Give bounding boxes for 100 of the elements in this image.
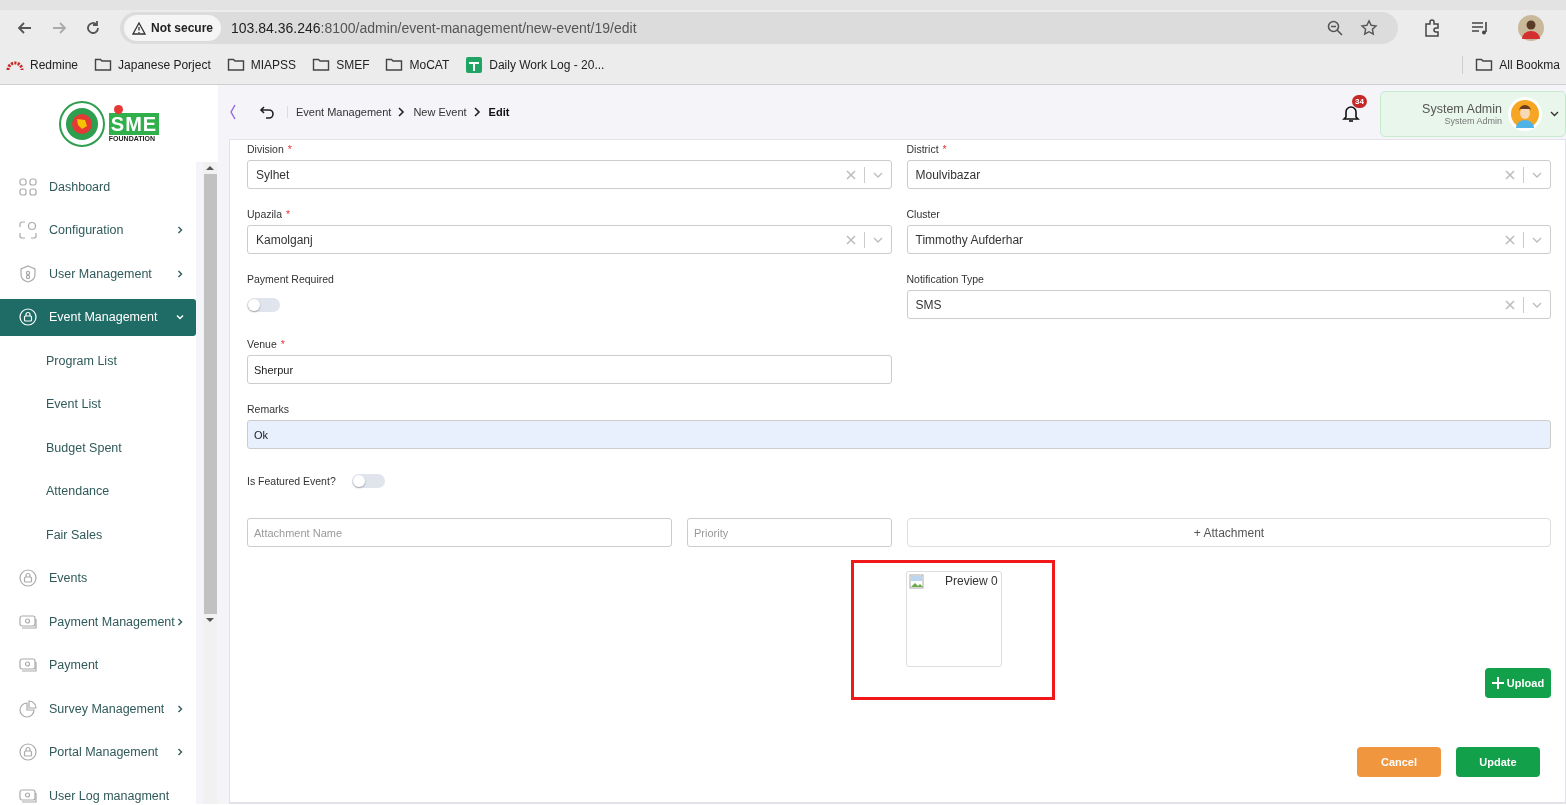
bookmark[interactable]: All Bookma <box>1462 56 1560 74</box>
field-label: Upazila * <box>247 208 892 225</box>
profile-avatar-icon[interactable] <box>1518 15 1544 41</box>
dot-icon <box>113 105 123 114</box>
lock-icon <box>19 743 37 762</box>
avatar-icon <box>1508 97 1542 131</box>
field-label: Venue * <box>247 338 892 355</box>
plus-icon <box>1491 677 1504 689</box>
zoom-icon[interactable] <box>1326 19 1344 37</box>
text-field[interactable]: Sherpur <box>247 355 892 384</box>
bookmark[interactable]: Redmine <box>6 56 79 74</box>
broken-image-icon <box>909 574 925 590</box>
chevron-down-icon[interactable] <box>1532 236 1542 243</box>
chevron-down-icon <box>1550 111 1559 117</box>
clear-icon[interactable] <box>1505 169 1515 180</box>
sidebar-item[interactable]: Payment Management <box>0 603 196 641</box>
sidebar-item[interactable]: Dashboard <box>0 168 196 206</box>
bookmark[interactable]: MIAPSS <box>226 56 297 74</box>
star-icon[interactable] <box>1360 19 1378 37</box>
breadcrumb-item[interactable]: Event Management <box>296 106 392 118</box>
chevron-down-icon[interactable] <box>1532 171 1542 178</box>
lock-icon <box>19 308 37 327</box>
sidebar-subitem[interactable]: Event List <box>0 385 196 423</box>
sidebar-item[interactable]: Portal Management <box>0 733 196 771</box>
text-field[interactable]: Attachment Name <box>247 518 672 547</box>
undo-icon[interactable] <box>259 104 275 120</box>
pie-chart-icon <box>19 699 37 718</box>
field-label: Payment Required <box>247 273 335 287</box>
select-field[interactable]: Moulvibazar <box>906 160 1551 189</box>
bookmark[interactable]: SMEF <box>312 56 370 74</box>
clear-icon[interactable] <box>1505 234 1515 245</box>
clear-icon[interactable] <box>845 234 856 245</box>
sidebar-item[interactable]: Events <box>0 559 196 597</box>
folder-icon <box>226 56 245 74</box>
chevron-right-icon <box>397 107 406 117</box>
text-field[interactable]: Ok <box>247 420 1551 449</box>
bookmark[interactable]: MoCAT <box>385 56 450 74</box>
sidebar-subitem[interactable]: Program List <box>0 342 196 380</box>
field-label: Remarks <box>247 403 290 417</box>
sidebar-item[interactable]: User Management <box>0 255 196 293</box>
emblem-icon <box>58 100 105 147</box>
required-mark: * <box>942 143 947 157</box>
extensions-icon[interactable] <box>1422 18 1442 38</box>
sidebar-subitem[interactable]: Fair Sales <box>0 516 196 554</box>
sidebar-subitem[interactable]: Attendance <box>0 472 196 510</box>
user-menu[interactable]: System Admin System Admin <box>1380 91 1566 137</box>
chevron-down-icon[interactable] <box>872 171 883 178</box>
bookmark[interactable]: Daily Work Log - 20... <box>465 56 605 74</box>
cash-icon <box>19 656 37 675</box>
select-field[interactable]: Kamolganj <box>247 225 892 254</box>
user-role: System Admin <box>1443 116 1502 126</box>
sidebar-item[interactable]: Survey Management <box>0 690 196 728</box>
shield-icon <box>19 264 37 283</box>
preview-alt-text: Preview 0 <box>945 574 998 588</box>
url-text: 103.84.36.246:8100/admin/event-management/new-event/19/edit <box>231 20 637 36</box>
select-field[interactable]: Sylhet <box>247 160 892 189</box>
address-bar[interactable]: Not secure 103.84.36.246:8100/admin/event-management/new-event/19/edit <box>120 12 1398 44</box>
field-label: Cluster <box>906 208 941 222</box>
scrollbar[interactable] <box>203 162 217 804</box>
grid-icon <box>19 177 37 196</box>
sidebar-item[interactable]: Configuration <box>0 211 196 249</box>
field-label: Notification Type <box>906 273 985 287</box>
chevron-down-icon[interactable] <box>1532 301 1542 308</box>
chevron-right-icon <box>472 107 481 117</box>
folder-icon <box>312 56 331 74</box>
field-label: District * <box>906 143 1551 160</box>
notification-badge: 34 <box>1352 95 1367 108</box>
breadcrumb-item: Edit <box>488 106 510 118</box>
reload-icon[interactable] <box>84 19 102 37</box>
breadcrumb-item[interactable]: New Event <box>413 106 467 118</box>
chevron-down-icon[interactable] <box>872 236 883 243</box>
bell-icon[interactable] <box>1342 103 1360 123</box>
logo-text: SME <box>108 113 160 135</box>
warning-icon <box>132 21 146 35</box>
collapse-icon[interactable] <box>229 104 237 120</box>
clear-icon[interactable] <box>1505 299 1515 310</box>
lock-icon <box>19 569 37 588</box>
folder-icon <box>385 56 404 74</box>
folder-icon <box>1475 56 1494 74</box>
required-mark: * <box>287 143 292 157</box>
add-attachment-button[interactable]: + Attachment <box>907 518 1551 547</box>
user-name: System Admin <box>1421 102 1502 116</box>
sidebar-subitem[interactable]: Budget Spent <box>0 429 196 467</box>
sidebar-item[interactable]: Event Management <box>0 298 196 336</box>
select-field[interactable]: Timmothy Aufderhar <box>906 225 1551 254</box>
clear-icon[interactable] <box>845 169 856 180</box>
required-mark: * <box>286 208 291 222</box>
folder-icon <box>94 56 113 74</box>
sheet-icon <box>465 56 484 74</box>
select-field[interactable]: SMS <box>906 290 1551 319</box>
cash-icon <box>19 786 37 804</box>
sidebar-item[interactable]: User Log managment <box>0 777 196 804</box>
sidebar-item[interactable]: Payment <box>0 646 196 684</box>
text-field[interactable]: Priority <box>687 518 892 547</box>
field-label: Division * <box>247 143 892 160</box>
security-chip[interactable]: Not secure <box>124 15 222 41</box>
toggle-switch[interactable] <box>247 298 280 312</box>
bookmark[interactable]: Japanese Porject <box>94 56 211 74</box>
toggle-switch[interactable] <box>351 474 385 488</box>
cash-icon <box>19 612 37 631</box>
